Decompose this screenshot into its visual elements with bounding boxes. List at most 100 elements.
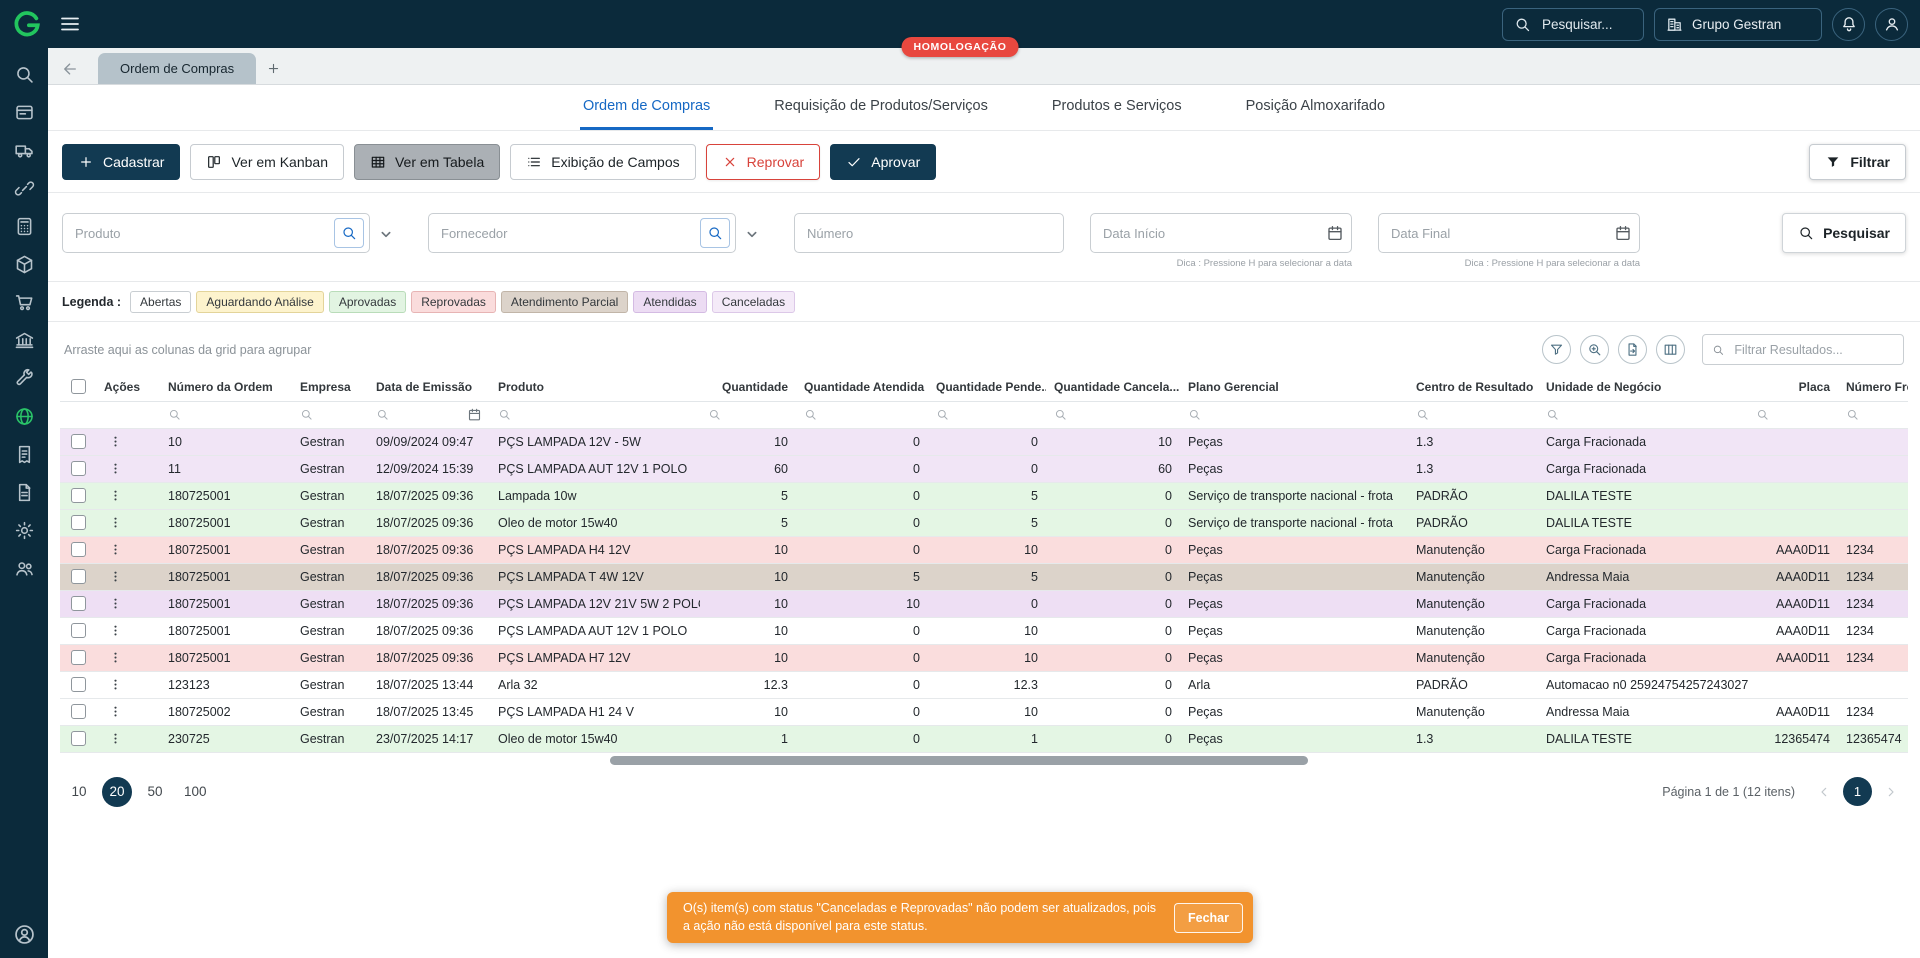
- cadastrar-button[interactable]: Cadastrar: [62, 144, 181, 180]
- row-actions-button[interactable]: [104, 593, 126, 615]
- column-filter-plano[interactable]: [1180, 401, 1408, 429]
- select-all-checkbox[interactable]: [70, 379, 86, 395]
- row-checkbox[interactable]: [70, 731, 86, 746]
- row-checkbox[interactable]: [70, 650, 86, 665]
- row-actions-button[interactable]: [104, 458, 126, 480]
- column-filter-numero[interactable]: [160, 401, 292, 429]
- nav-tab-requisicao-de-produtos-servicos[interactable]: Requisição de Produtos/Serviços: [771, 85, 991, 130]
- row-checkbox[interactable]: [70, 434, 86, 449]
- column-header-atendida[interactable]: Quantidade Atendida: [796, 373, 928, 402]
- sidebar-item-fleet[interactable]: [11, 138, 37, 162]
- table-row[interactable]: 10 Gestran 09/09/2024 09:47 PÇS LAMPADA 12V…: [60, 428, 1908, 456]
- column-header-cancelada[interactable]: Quantidade Cancela...: [1046, 373, 1180, 402]
- row-checkbox[interactable]: [70, 488, 86, 503]
- sidebar-item-search[interactable]: [11, 62, 37, 86]
- sidebar-item-settings[interactable]: [11, 518, 37, 542]
- sidebar-item-links[interactable]: [11, 176, 37, 200]
- column-filter-empresa[interactable]: [292, 401, 368, 429]
- window-tab-ordem-de-compras[interactable]: Ordem de Compras: [98, 53, 257, 84]
- column-header-plano[interactable]: Plano Gerencial: [1180, 373, 1408, 402]
- column-filter-centro[interactable]: [1408, 401, 1538, 429]
- sidebar-item-documents[interactable]: [11, 480, 37, 504]
- scrollbar-thumb[interactable]: [610, 755, 1308, 765]
- column-filter-cancelada[interactable]: [1046, 401, 1180, 429]
- exibicao-de-campos-button[interactable]: Exibição de Campos: [510, 144, 696, 180]
- table-row[interactable]: 230725 Gestran 23/07/2025 14:17 Oleo de mot…: [60, 725, 1908, 753]
- fornecedor-lookup-button[interactable]: [700, 218, 730, 248]
- column-header-numero[interactable]: Número da Ordem: [160, 373, 292, 402]
- sidebar-item-finance[interactable]: [11, 328, 37, 352]
- group-selector[interactable]: Grupo Gestran: [1654, 7, 1822, 41]
- nav-tab-posicao-almoxarifado[interactable]: Posição Almoxarifado: [1243, 85, 1388, 130]
- table-row[interactable]: 180725001 Gestran 18/07/2025 09:36 PÇS LAMP…: [60, 536, 1908, 564]
- row-actions-button[interactable]: [104, 539, 126, 561]
- column-header-centro[interactable]: Centro de Resultado: [1408, 373, 1538, 402]
- grid-search[interactable]: [1702, 334, 1904, 365]
- sidebar-item-web-module[interactable]: [11, 404, 37, 428]
- column-filter-pendente[interactable]: [928, 401, 1046, 429]
- column-filter-quantidade[interactable]: [700, 401, 796, 429]
- column-header-unidade[interactable]: Unidade de Negócio: [1538, 373, 1748, 402]
- gestran-logo-icon[interactable]: [12, 9, 42, 39]
- row-actions-button[interactable]: [104, 701, 126, 723]
- sidebar-item-purchases[interactable]: [11, 290, 37, 314]
- column-header-empresa[interactable]: Empresa: [292, 373, 368, 402]
- column-header-pendente[interactable]: Quantidade Pende...: [928, 373, 1046, 402]
- pesquisar-button[interactable]: Pesquisar: [1782, 213, 1906, 253]
- sidebar-item-orders[interactable]: [11, 100, 37, 124]
- table-row[interactable]: 180725001 Gestran 18/07/2025 09:36 Oleo de …: [60, 509, 1908, 537]
- row-checkbox[interactable]: [70, 569, 86, 584]
- page-size-50[interactable]: 50: [140, 777, 170, 807]
- notifications-button[interactable]: [1832, 7, 1865, 41]
- data-final-input[interactable]: [1378, 213, 1640, 253]
- page-size-20[interactable]: 20: [102, 776, 132, 807]
- global-search-input[interactable]: [1540, 15, 1632, 33]
- column-header-placa[interactable]: Placa: [1748, 373, 1838, 402]
- row-checkbox[interactable]: [70, 623, 86, 638]
- aprovar-button[interactable]: Aprovar: [830, 144, 937, 180]
- table-row[interactable]: 180725001 Gestran 18/07/2025 09:36 PÇS LAMP…: [60, 617, 1908, 645]
- column-header-emissao[interactable]: Data de Emissão: [368, 373, 490, 402]
- grid-search-input[interactable]: [1732, 341, 1894, 358]
- column-filter-placa[interactable]: [1748, 401, 1838, 429]
- table-row[interactable]: 180725001 Gestran 18/07/2025 09:36 PÇS LAMP…: [60, 644, 1908, 672]
- produto-input[interactable]: [62, 213, 370, 253]
- fechar-button[interactable]: Fechar: [1174, 902, 1243, 933]
- column-filter-unidade[interactable]: [1538, 401, 1748, 429]
- calendar-icon[interactable]: [1614, 224, 1632, 242]
- calendar-icon[interactable]: [467, 407, 482, 422]
- row-actions-button[interactable]: [104, 674, 126, 696]
- account-button[interactable]: [1875, 7, 1908, 41]
- row-actions-button[interactable]: [104, 485, 126, 507]
- column-header-acoes[interactable]: Ações: [96, 373, 160, 402]
- row-actions-button[interactable]: [104, 512, 126, 534]
- table-row[interactable]: 11 Gestran 12/09/2024 15:39 PÇS LAMPADA AUT…: [60, 455, 1908, 483]
- data-inicio-input[interactable]: [1090, 213, 1352, 253]
- fornecedor-caret-icon[interactable]: [741, 223, 763, 245]
- table-row[interactable]: 180725001 Gestran 18/07/2025 09:36 Lampada …: [60, 482, 1908, 510]
- column-header-check[interactable]: [60, 373, 96, 402]
- page-size-100[interactable]: 100: [178, 777, 213, 807]
- row-actions-button[interactable]: [104, 431, 126, 453]
- export-button[interactable]: [1618, 335, 1647, 364]
- nav-tab-ordem-de-compras[interactable]: Ordem de Compras: [579, 85, 714, 130]
- sidebar-item-users[interactable]: [11, 556, 37, 580]
- sidebar-item-products[interactable]: [11, 252, 37, 276]
- row-checkbox[interactable]: [70, 596, 86, 611]
- row-checkbox[interactable]: [70, 704, 86, 719]
- next-page-button[interactable]: [1878, 779, 1904, 805]
- table-row[interactable]: 123123 Gestran 18/07/2025 13:44 Arla 32 12.3…: [60, 671, 1908, 699]
- column-chooser-button[interactable]: [1656, 335, 1685, 364]
- ver-em-kanban-button[interactable]: Ver em Kanban: [190, 144, 344, 180]
- row-checkbox[interactable]: [70, 542, 86, 557]
- numero-input[interactable]: [794, 213, 1064, 253]
- column-filter-atendida[interactable]: [796, 401, 928, 429]
- produto-lookup-button[interactable]: [334, 218, 364, 248]
- column-filter-emissao[interactable]: [368, 401, 490, 429]
- table-row[interactable]: 180725002 Gestran 18/07/2025 13:45 PÇS LAMP…: [60, 698, 1908, 726]
- sidebar-item-support[interactable]: [11, 922, 37, 946]
- row-checkbox[interactable]: [70, 515, 86, 530]
- prev-page-button[interactable]: [1811, 779, 1837, 805]
- back-button[interactable]: [52, 53, 88, 84]
- ver-em-tabela-button[interactable]: Ver em Tabela: [353, 144, 501, 180]
